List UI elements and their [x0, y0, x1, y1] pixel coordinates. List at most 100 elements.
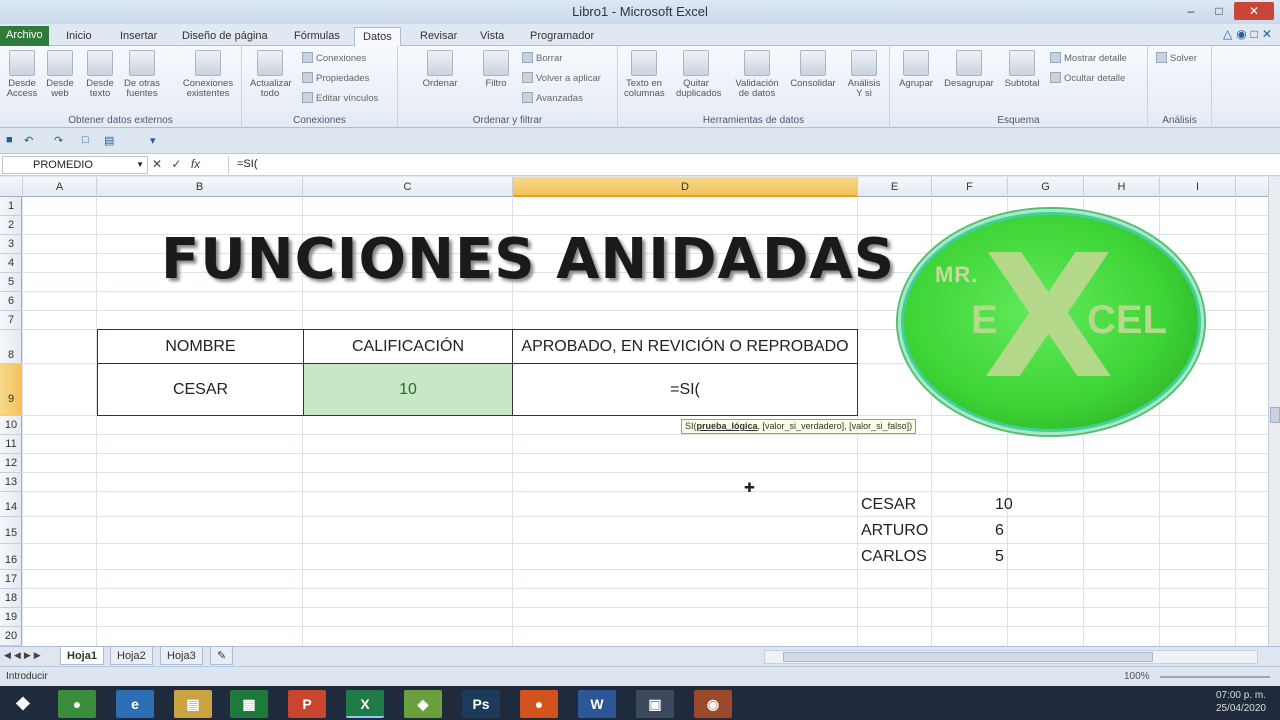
sheet-tab-hoja1[interactable]: Hoja1	[60, 647, 104, 665]
tab-inicio[interactable]: Inicio	[58, 27, 100, 46]
formula-input[interactable]: =SI(	[228, 156, 1270, 174]
row-header[interactable]: 10	[0, 416, 22, 435]
row-header[interactable]: 11	[0, 435, 22, 454]
excel-icon[interactable]: X	[346, 690, 384, 718]
app-icon[interactable]: ◉	[694, 690, 732, 718]
conexiones-button[interactable]: Conexiones	[302, 52, 366, 64]
undo-icon[interactable]: ↶	[24, 134, 33, 147]
ocultar-detalle-button[interactable]: Ocultar detalle	[1050, 72, 1125, 84]
horizontal-scrollbar[interactable]	[764, 650, 1258, 664]
help-icon[interactable]: △◉□✕	[1223, 27, 1276, 41]
column-header[interactable]: E	[858, 177, 932, 197]
editar-vinculos-button[interactable]: Editar vínculos	[302, 92, 378, 104]
row-header[interactable]: 13	[0, 473, 22, 492]
list-value[interactable]: 6	[995, 522, 1004, 540]
explorer-icon[interactable]: ▤	[174, 690, 212, 718]
name-box[interactable]: PROMEDIO ▼	[2, 156, 148, 174]
tab-programador[interactable]: Programador	[522, 27, 602, 46]
vertical-scrollbar[interactable]	[1268, 177, 1280, 646]
tab-insertar[interactable]: Insertar	[112, 27, 165, 46]
quitar-duplicados-button[interactable]: Quitar duplicados	[676, 50, 721, 99]
clock[interactable]: 07:00 p. m. 25/04/2020	[1216, 689, 1266, 715]
new-sheet-icon[interactable]: ✎	[210, 647, 234, 665]
texto-columnas-button[interactable]: Texto en columnas	[624, 50, 665, 99]
desde-access-button[interactable]: Desde Access	[2, 50, 42, 99]
cancel-icon[interactable]: ✕	[152, 157, 162, 171]
tab-archivo[interactable]: Archivo	[0, 26, 49, 46]
worksheet[interactable]: FUNCIONES ANIDADAS NOMBRE CALIFICACIÓN A…	[23, 197, 1268, 646]
chevron-down-icon[interactable]: ▼	[136, 157, 144, 173]
row-header[interactable]: 1	[0, 197, 22, 216]
row-header[interactable]: 4	[0, 254, 22, 273]
print-icon[interactable]: ▤	[104, 134, 114, 147]
row-header[interactable]: 2	[0, 216, 22, 235]
actualizar-todo-button[interactable]: Actualizar todo	[250, 50, 292, 99]
validacion-datos-button[interactable]: Validación de datos	[734, 50, 780, 99]
desde-texto-button[interactable]: Desde texto	[80, 50, 120, 99]
enter-icon[interactable]: ✓	[171, 157, 181, 171]
row-header[interactable]: 19	[0, 608, 22, 627]
volver-aplicar-button[interactable]: Volver a aplicar	[522, 72, 601, 84]
scroll-thumb[interactable]	[1270, 407, 1280, 423]
hscroll-thumb[interactable]	[783, 652, 1153, 662]
media-icon[interactable]: ▣	[636, 690, 674, 718]
select-all-corner[interactable]	[0, 177, 23, 197]
list-name[interactable]: CESAR	[861, 496, 916, 514]
minimize-icon[interactable]: –	[1178, 2, 1204, 20]
list-value[interactable]: 10	[995, 496, 1013, 514]
column-header[interactable]: H	[1084, 177, 1160, 197]
column-header[interactable]: C	[303, 177, 513, 197]
mostrar-detalle-button[interactable]: Mostrar detalle	[1050, 52, 1127, 64]
consolidar-button[interactable]: Consolidar	[790, 50, 836, 89]
tab-formulas[interactable]: Fórmulas	[286, 27, 348, 46]
row-header[interactable]: 7	[0, 311, 22, 330]
borrar-button[interactable]: Borrar	[522, 52, 562, 64]
save-icon[interactable]: ■	[6, 134, 13, 146]
maximize-icon[interactable]: □	[1206, 2, 1232, 20]
customize-icon[interactable]: ▾	[150, 134, 156, 147]
row-header[interactable]: 5	[0, 273, 22, 292]
row-header[interactable]: 18	[0, 589, 22, 608]
list-name[interactable]: ARTURO	[861, 522, 928, 540]
row-header[interactable]: 12	[0, 454, 22, 473]
table-header-aprobado[interactable]: APROBADO, EN REVICIÓN O REPROBADO	[512, 329, 858, 364]
powerpoint-icon[interactable]: P	[288, 690, 326, 718]
table-cell-nombre[interactable]: CESAR	[97, 363, 304, 416]
column-header[interactable]: F	[932, 177, 1008, 197]
insert-function-icon[interactable]: fx	[191, 157, 200, 171]
row-header-selected[interactable]: 9	[0, 364, 22, 416]
row-header[interactable]: 6	[0, 292, 22, 311]
column-header[interactable]: A	[23, 177, 97, 197]
files-icon[interactable]: ◆	[404, 690, 442, 718]
redo-icon[interactable]: ↷	[54, 134, 63, 147]
column-header[interactable]: I	[1160, 177, 1236, 197]
row-header[interactable]: 16	[0, 544, 22, 570]
agrupar-button[interactable]: Agrupar	[896, 50, 936, 89]
solver-button[interactable]: Solver	[1156, 52, 1197, 64]
otras-fuentes-button[interactable]: De otras fuentes	[122, 50, 162, 99]
tab-diseno[interactable]: Diseño de página	[174, 27, 276, 46]
close-icon[interactable]: ✕	[1234, 2, 1274, 20]
firefox-icon[interactable]: ●	[520, 690, 558, 718]
photoshop-icon[interactable]: Ps	[462, 690, 500, 718]
tab-datos[interactable]: Datos	[354, 27, 401, 46]
avanzadas-button[interactable]: Avanzadas	[522, 92, 583, 104]
row-header[interactable]: 8	[0, 330, 22, 364]
tab-vista[interactable]: Vista	[472, 27, 512, 46]
chrome-icon[interactable]: ●	[58, 690, 96, 718]
row-header[interactable]: 20	[0, 627, 22, 646]
table-header-nombre[interactable]: NOMBRE	[97, 329, 304, 364]
row-header[interactable]: 17	[0, 570, 22, 589]
column-header-selected[interactable]: D	[513, 177, 858, 197]
ordenar-button[interactable]: Ordenar	[420, 50, 460, 89]
conexiones-existentes-button[interactable]: Conexiones existentes	[180, 50, 236, 99]
list-value[interactable]: 5	[995, 548, 1004, 566]
zoom-level[interactable]: 100%	[1124, 671, 1150, 682]
row-header[interactable]: 15	[0, 517, 22, 544]
word-icon[interactable]: W	[578, 690, 616, 718]
zoom-slider[interactable]	[1160, 676, 1270, 678]
sheet-tab-hoja2[interactable]: Hoja2	[110, 647, 153, 665]
filtro-button[interactable]: Filtro	[476, 50, 516, 89]
propiedades-button[interactable]: Propiedades	[302, 72, 369, 84]
active-cell-formula[interactable]: =SI(	[512, 363, 858, 416]
